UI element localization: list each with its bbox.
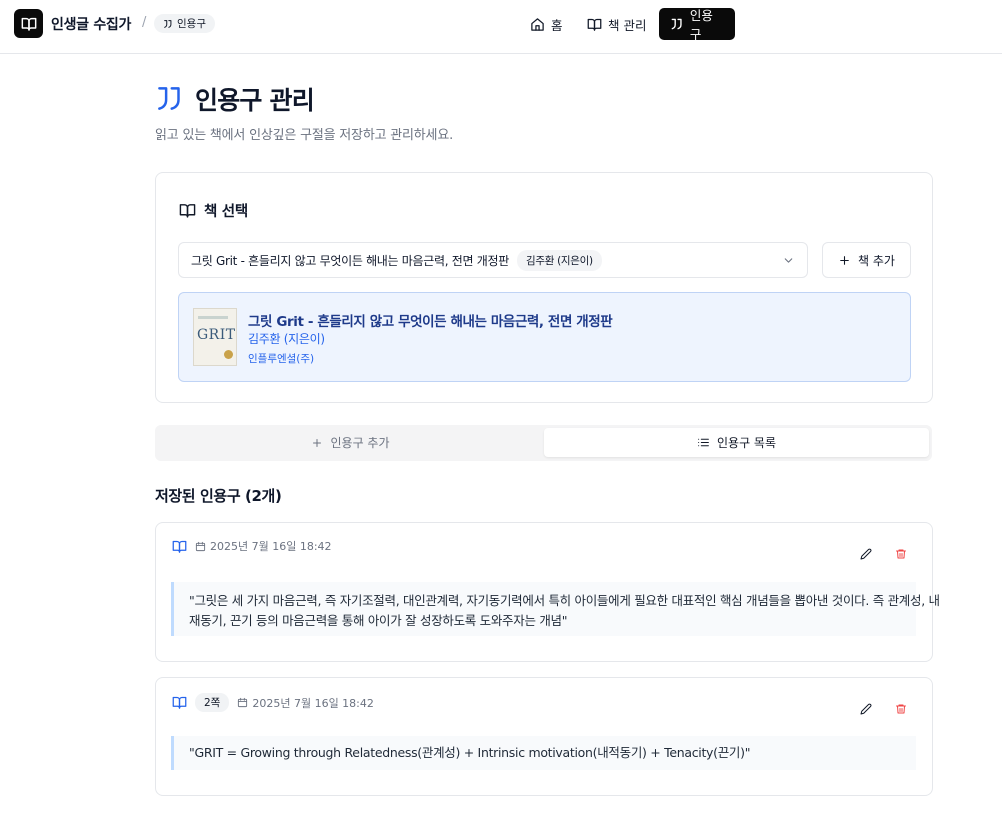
nav-home-label: 홈 [551,17,563,33]
calendar-icon [195,541,206,551]
app-title[interactable]: 인생글 수집가 [51,14,131,34]
book-select-dropdown[interactable]: 그릿 Grit - 흔들리지 않고 무엇이든 해내는 마음근력, 전면 개정판 … [178,242,808,278]
tab-add-quote[interactable]: 인용구 추가 [158,428,543,457]
calendar-icon [238,697,248,708]
book-open-icon [172,540,187,553]
edit-quote-button[interactable] [857,700,875,718]
plus-icon [313,438,322,447]
nav-books[interactable]: 책 관리 [576,8,657,40]
book-select-card: 책 선택 그릿 Grit - 흔들리지 않고 무엇이든 해내는 마음근력, 전면… [155,172,933,403]
delete-quote-button[interactable] [892,700,910,718]
nav-books-label: 책 관리 [608,17,647,33]
quote-meta: 2쪽 2025년 7월 16일 18:42 [172,693,374,712]
nav-quotes-label: 인용구 [689,8,713,42]
top-header: 인생글 수집가 / 인용구 홈 책 관리 인용구 [0,0,1002,54]
selected-book-info: GRIT 그릿 Grit - 흔들리지 않고 무엇이든 해내는 마음근력, 전면… [178,292,911,382]
quote-card: 2쪽 2025년 7월 16일 18:42 "GRIT = Growing th… [155,677,933,796]
book-open-icon [179,204,196,218]
trash-icon [896,549,906,559]
quote-text: "그릿은 세 가지 마음근력, 즉 자기조절력, 대인관계력, 자기동기력에서 … [171,582,940,636]
book-open-icon [587,18,602,31]
breadcrumb-label: 인용구 [177,18,206,30]
saved-quotes-heading: 저장된 인용구 (2개) [155,487,282,505]
book-title: 그릿 Grit - 흔들리지 않고 무엇이든 해내는 마음근력, 전면 개정판 [248,314,613,330]
quote-date-text: 2025년 7월 16일 18:42 [252,696,374,710]
quote-meta: 2025년 7월 16일 18:42 [172,538,332,554]
edit-quote-button[interactable] [857,545,875,563]
book-cover-text: GRIT [197,327,236,343]
pencil-icon [860,548,872,560]
quote-icon [158,87,180,110]
quote-text: "GRIT = Growing through Relatedness(관계성)… [171,736,916,770]
tab-quote-list-label: 인용구 목록 [716,436,776,450]
list-icon [698,438,709,447]
nav-home[interactable]: 홈 [519,8,574,40]
tab-add-quote-label: 인용구 추가 [330,436,390,450]
quote-text-line: 재동기, 끈기 등의 마음근력을 통해 아이가 잘 성장하도록 도와주자는 개념… [189,613,568,628]
book-select-heading-label: 책 선택 [204,204,248,220]
trash-icon [896,704,906,714]
quote-icon [164,19,172,28]
book-open-icon [172,696,187,709]
delete-quote-button[interactable] [892,545,910,563]
app-logo[interactable] [14,9,43,38]
quote-icon [671,18,682,30]
chevron-down-icon [784,258,793,263]
quote-page-badge: 2쪽 [195,693,230,712]
quote-date: 2025년 7월 16일 18:42 [237,695,374,711]
book-author: 김주환 (지은이) [248,332,325,346]
tab-quote-list[interactable]: 인용구 목록 [544,428,929,457]
breadcrumb-separator: / [142,15,147,30]
quote-text-line: "그릿은 세 가지 마음근력, 즉 자기조절력, 대인관계력, 자기동기력에서 … [189,593,940,608]
page-subtitle: 읽고 있는 책에서 인상깊은 구절을 저장하고 관리하세요. [155,128,454,143]
quote-tabs: 인용구 추가 인용구 목록 [155,425,932,461]
selected-book-author: 김주환 (지은이) [517,249,602,271]
selected-book-title: 그릿 Grit - 흔들리지 않고 무엇이든 해내는 마음근력, 전면 개정판 [191,253,510,268]
quote-card: 2025년 7월 16일 18:42 "그릿은 세 가지 마음근력, 즉 자기조… [155,522,940,662]
book-publisher: 인플루엔셜(주) [248,353,315,365]
quote-date: 2025년 7월 16일 18:42 [195,538,332,554]
book-select-heading: 책 선택 [179,200,248,221]
pencil-icon [860,703,872,715]
plus-icon [840,255,849,265]
quote-text-line: "GRIT = Growing through Relatedness(관계성)… [189,745,751,760]
home-icon [531,17,544,31]
book-open-icon [21,17,36,31]
book-cover: GRIT [193,308,237,366]
add-book-label: 책 추가 [858,253,895,268]
quote-date-text: 2025년 7월 16일 18:42 [210,540,332,553]
nav-quotes[interactable]: 인용구 [659,8,735,42]
add-book-button[interactable]: 책 추가 [822,242,911,278]
page-title: 인용구 관리 [195,86,315,115]
breadcrumb-current: 인용구 [154,14,215,33]
